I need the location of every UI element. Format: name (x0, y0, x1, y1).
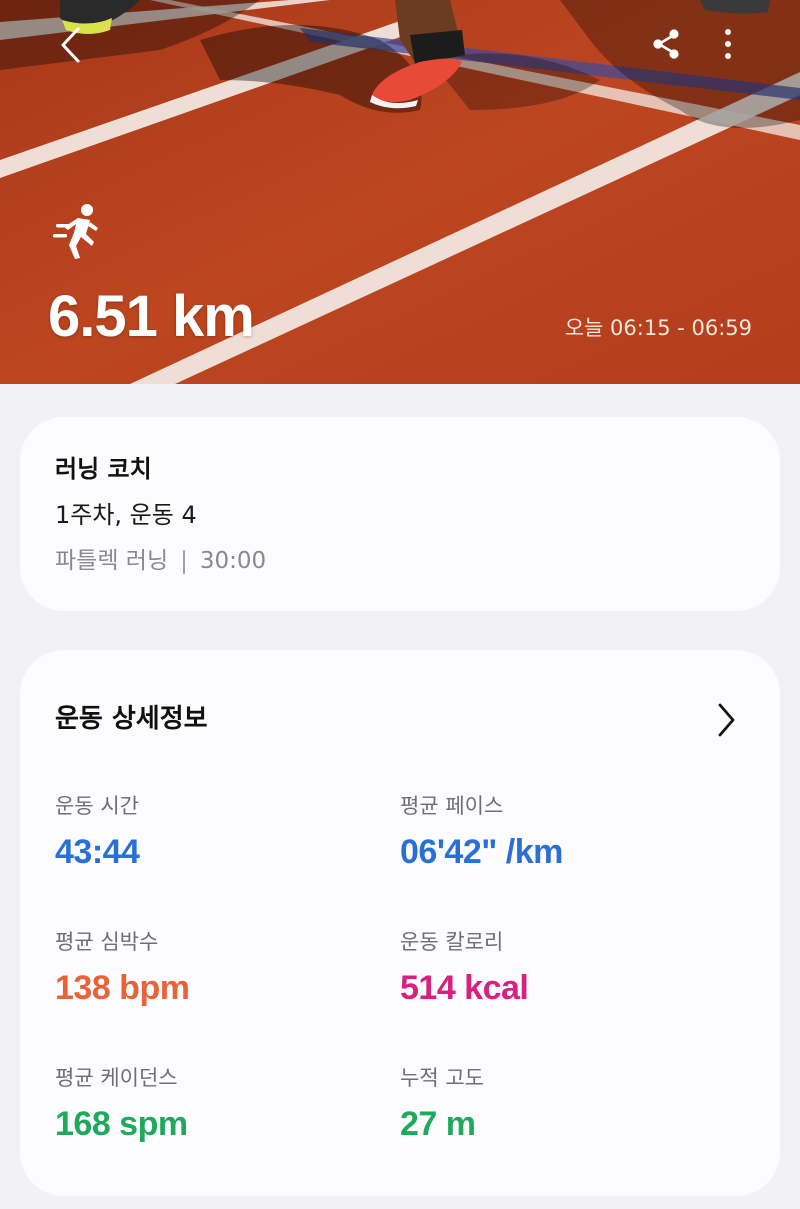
stat-elevation-gain: 누적 고도 27 m (400, 1064, 484, 1144)
more-vertical-icon (725, 29, 731, 59)
back-button[interactable] (50, 22, 90, 68)
stat-average-pace: 평균 페이스 06'42" /km (400, 792, 563, 872)
stat-value: 43:44 (55, 833, 140, 871)
share-icon (653, 29, 679, 59)
stat-value: 514 kcal (400, 969, 529, 1007)
running-coach-card[interactable]: 러닝 코치 1주차, 운동 4 파틀렉 러닝 | 30:00 (20, 417, 780, 611)
coach-workout-info: 파틀렉 러닝 | 30:00 (55, 545, 266, 577)
stat-workout-time: 운동 시간 43:44 (55, 792, 140, 872)
stat-value: 06'42" /km (400, 833, 563, 871)
stat-label: 운동 시간 (55, 794, 139, 818)
more-options-button[interactable] (710, 22, 746, 66)
stat-value: 138 bpm (55, 969, 190, 1007)
workout-details-card: 운동 상세정보 운동 시간 43:44 평균 페이스 06'42" /km 평균… (20, 650, 780, 1196)
hero-banner: 6.51 km 오늘 06:15 - 06:59 (0, 0, 800, 384)
coach-workout-duration: 30:00 (199, 548, 267, 574)
stat-label: 평균 심박수 (55, 930, 159, 954)
stat-label: 평균 페이스 (400, 794, 504, 818)
stat-value: 27 m (400, 1105, 476, 1143)
share-button[interactable] (644, 22, 688, 66)
workout-time-range: 오늘 06:15 - 06:59 (564, 316, 752, 340)
stat-label: 평균 케이던스 (55, 1066, 178, 1090)
running-icon (53, 204, 98, 259)
coach-week-label: 1주차, 운동 4 (55, 501, 197, 529)
stat-label: 누적 고도 (400, 1066, 484, 1090)
workout-details-open-button[interactable] (706, 698, 746, 742)
stat-calories: 운동 칼로리 514 kcal (400, 928, 529, 1008)
stat-value: 168 spm (55, 1105, 188, 1143)
coach-title: 러닝 코치 (55, 455, 152, 483)
stat-label: 운동 칼로리 (400, 930, 504, 954)
stat-average-heart-rate: 평균 심박수 138 bpm (55, 928, 190, 1008)
workout-details-header[interactable]: 운동 상세정보 (55, 702, 208, 736)
distance-value: 6.51 km (48, 284, 255, 349)
coach-workout-name: 파틀렉 러닝 (55, 548, 169, 574)
back-arrow-icon (61, 27, 80, 63)
coach-separator: | (180, 548, 188, 574)
stat-average-cadence: 평균 케이던스 168 spm (55, 1064, 188, 1144)
chevron-right-icon (718, 703, 735, 737)
